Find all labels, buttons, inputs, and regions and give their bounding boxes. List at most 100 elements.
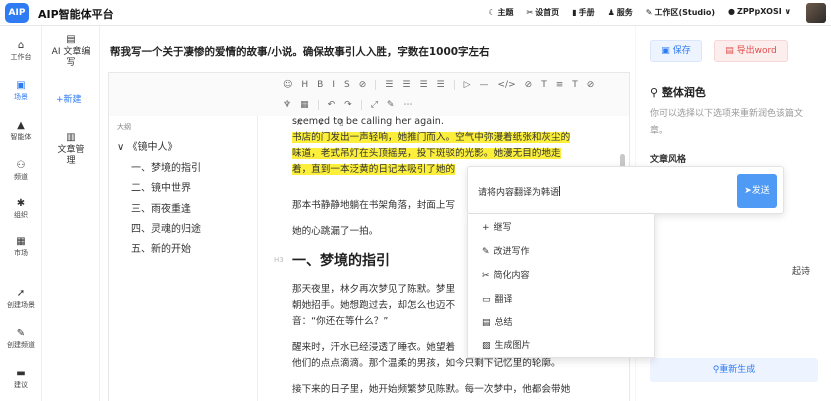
heading-level-tag: H3 xyxy=(274,256,284,264)
style-option[interactable]: 起诗 xyxy=(792,264,810,277)
toolbar-tool-icon[interactable]: ↷ xyxy=(344,100,352,110)
outline-panel: 大纲 ∨ 《镜中人》 一、梦境的指引 二、镜中世界 三、雨夜重逢 四、灵魂的归途… xyxy=(108,116,258,401)
folder-icon: ▥ xyxy=(66,132,76,143)
toolbar-separator xyxy=(375,80,377,90)
nav-market[interactable]: ▦ 市场 xyxy=(0,236,42,258)
image-icon: ▨ xyxy=(482,341,491,351)
nav-channel[interactable]: ⚇ 频道 xyxy=(0,160,42,182)
toolbar-tool-icon[interactable]: ✎ xyxy=(387,100,395,110)
menu-simplify[interactable]: ✂ 简化内容 xyxy=(482,268,530,281)
square-icon: ▣ xyxy=(16,80,26,91)
scissors-icon: ✂ xyxy=(482,271,490,281)
set-home-button[interactable]: ✂ 设首页 xyxy=(526,7,559,18)
service-icon: ♟ xyxy=(607,8,615,17)
nav-workbench[interactable]: ⌂ 工作台 xyxy=(0,40,42,62)
outline-item[interactable]: 二、镜中世界 xyxy=(131,179,191,194)
pen-icon: ✎ xyxy=(645,8,653,17)
article-management[interactable]: ▥ 文章管理 xyxy=(42,132,100,167)
ai-command-popup: 请将内容翻译为韩语 ➤发送 xyxy=(467,166,784,214)
manual-button[interactable]: ▮ 手册 xyxy=(572,7,594,18)
outline-root[interactable]: ∨ 《镜中人》 xyxy=(117,138,178,153)
theme-button[interactable]: ☾ 主题 xyxy=(488,7,513,18)
toolbar-tool-icon[interactable]: ☺ xyxy=(283,80,292,90)
app-logo[interactable]: AIP xyxy=(5,3,29,23)
toolbar-tool-icon[interactable]: ⊘ xyxy=(359,80,367,90)
toolbar-tool-icon[interactable]: T xyxy=(541,80,547,90)
ai-article-writer[interactable]: ▤ AI 文章编写 xyxy=(42,34,100,69)
outline-item[interactable]: 一、梦境的指引 xyxy=(131,159,201,174)
toolbar-tool-icon[interactable]: ☰ xyxy=(419,80,427,90)
nav-feedback[interactable]: ▬ 建议 xyxy=(0,368,42,390)
toolbar-tool-icon[interactable]: ⤢ xyxy=(371,100,378,110)
toolbar-tool-icon[interactable]: ⊘ xyxy=(587,80,595,90)
toolbar-tool-icon[interactable]: I xyxy=(332,80,335,90)
toolbar-separator xyxy=(317,100,319,110)
nav-create-scene[interactable]: ➚ 创建场景 xyxy=(0,288,42,310)
nav-agent[interactable]: ▲ 智能体 xyxy=(0,120,42,142)
word-icon: ▤ xyxy=(725,46,734,56)
toolbar-tool-icon[interactable]: T xyxy=(572,80,578,90)
workbench-icon: ⌂ xyxy=(17,40,25,51)
section-heading[interactable]: 一、梦境的指引 xyxy=(292,250,390,270)
toolbar-tool-icon[interactable]: ☰ xyxy=(437,80,445,90)
user-icon: ● xyxy=(728,7,736,16)
ai-command-input[interactable]: 请将内容翻译为韩语 xyxy=(478,185,561,198)
menu-summarize[interactable]: ▤ 总结 xyxy=(482,315,513,328)
polish-description: 你可以选择以下选项来重新润色该篇文章。 xyxy=(650,109,804,136)
nav-scene[interactable]: ▣ 场景 xyxy=(0,80,42,102)
menu-continue-writing[interactable]: + 继写 xyxy=(482,220,512,233)
toolbar-tool-icon[interactable]: S xyxy=(344,80,350,90)
toolbar-tool-icon[interactable]: ⋯ xyxy=(403,100,412,110)
toolbar-tool-icon[interactable]: B xyxy=(317,80,323,90)
menu-improve-writing[interactable]: ✎ 改进写作 xyxy=(482,244,530,257)
save-button[interactable]: ▣ 保存 xyxy=(650,40,702,62)
org-icon: ✱ xyxy=(16,198,26,209)
agent-icon: ▲ xyxy=(17,120,25,131)
studio-button[interactable]: ✎ 工作区(Studio) xyxy=(646,7,715,18)
nav-create-channel[interactable]: ✎ 创建频道 xyxy=(0,328,42,350)
toolbar-row-2: ♆ ▦ ↶ ↷ ⤢ ✎ ⋯ xyxy=(109,95,631,115)
toolbar-tool-icon[interactable]: ⊘ xyxy=(525,80,533,90)
toolbar-tool-icon[interactable]: ☰ xyxy=(402,80,410,90)
app-title[interactable]: AIP智能体平台 xyxy=(38,6,114,22)
send-button[interactable]: ➤发送 xyxy=(737,174,777,208)
toolbar-tool-icon[interactable]: ♆ xyxy=(283,100,291,110)
create-scene-icon: ➚ xyxy=(16,288,26,299)
chevron-down-icon[interactable]: ∨ xyxy=(117,142,124,153)
toolbar-tool-icon[interactable]: ☰ xyxy=(385,80,393,90)
toolbar-tool-icon[interactable]: H xyxy=(301,80,308,90)
toolbar-tool-icon[interactable]: ▷ xyxy=(464,80,471,90)
nav-org[interactable]: ✱ 组织 xyxy=(0,198,42,220)
outline-item[interactable]: 四、灵魂的归途 xyxy=(131,220,201,235)
regenerate-button[interactable]: ⚲重新生成 xyxy=(650,358,818,382)
create-channel-icon: ✎ xyxy=(16,328,26,339)
paragraph[interactable]: seemed to be calling her again. xyxy=(292,116,622,130)
toolbar-separator xyxy=(453,80,455,90)
editor-toolbar: ☺ H B I S ⊘ ☰ ☰ ☰ ☰ ▷ — </> ⊘ T ≡ T ⊘ ♆ ▦ ↶ ↷ ⤢ ✎ ⋯ xyxy=(108,72,630,116)
toolbar-tool-icon[interactable]: </> xyxy=(498,80,516,90)
toolbar-tool-icon[interactable]: — xyxy=(480,80,489,90)
service-button[interactable]: ♟ 服务 xyxy=(608,7,633,18)
new-article-button[interactable]: +新建 xyxy=(56,92,82,105)
ai-action-menu: + 继写 ✎ 改进写作 ✂ 简化内容 ▭ 翻译 ▤ 总结 ▨ 生成图片 xyxy=(467,214,655,358)
paragraph[interactable]: 接下来的日子里，她开始频繁梦见陈默。每一次梦中，他都会带她 xyxy=(292,382,622,398)
send-icon: ➤ xyxy=(744,186,752,196)
outline-item[interactable]: 三、雨夜重逢 xyxy=(131,200,191,215)
avatar[interactable] xyxy=(806,3,826,23)
toolbar-tool-icon[interactable]: ▦ xyxy=(300,100,309,110)
menu-generate-image[interactable]: ▨ 生成图片 xyxy=(482,338,531,351)
prompt-title: 帮我写一个关于凄惨的爱情的故事/小说。确保故事引人入胜，字数在1000字左右 xyxy=(110,46,490,58)
style-label: 文章风格 xyxy=(650,155,687,165)
top-nav: ☾ 主题 ✂ 设首页 ▮ 手册 ♟ 服务 ✎ 工作区(Studio) ● ZPPpXOSI … xyxy=(488,7,793,18)
moon-icon: ☾ xyxy=(488,8,496,17)
user-menu[interactable]: ● ZPPpXOSI ∨ xyxy=(728,7,793,18)
polish-title: ⚲ 整体润色 xyxy=(650,86,706,99)
menu-translate[interactable]: ▭ 翻译 xyxy=(482,292,513,305)
channel-icon: ⚇ xyxy=(16,160,26,171)
export-word-button[interactable]: ▤ 导出word xyxy=(714,40,788,62)
market-icon: ▦ xyxy=(16,236,26,247)
summary-icon: ▤ xyxy=(482,318,491,328)
toolbar-tool-icon[interactable]: ≡ xyxy=(556,80,564,90)
toolbar-tool-icon[interactable]: ↶ xyxy=(328,100,336,110)
outline-item[interactable]: 五、新的开始 xyxy=(131,240,191,255)
